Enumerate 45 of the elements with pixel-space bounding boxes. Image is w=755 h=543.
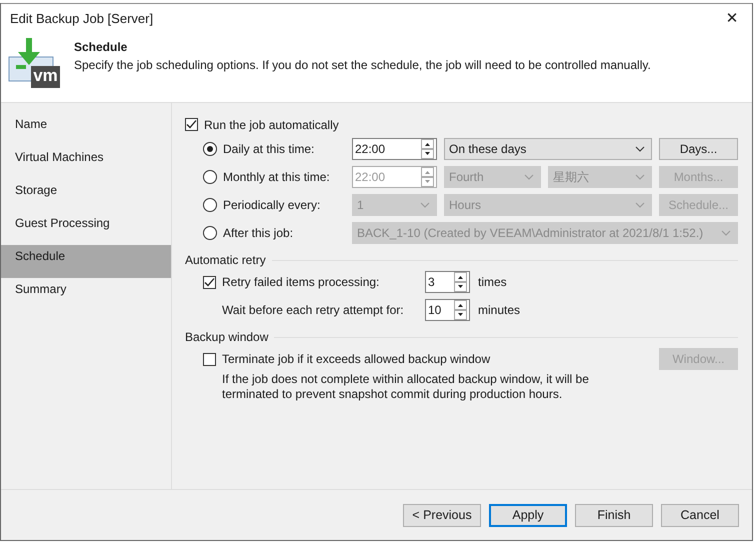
radio-label: After this job: [223, 226, 294, 240]
window-title: Edit Backup Job [Server] [10, 10, 154, 26]
retry-count-spinner[interactable]: 3 [425, 271, 470, 293]
checkbox[interactable] [203, 352, 216, 366]
page-description: Specify the job scheduling options. If you do not set the schedule, the job will need to be controlled manually. [74, 58, 651, 72]
sidebar-item[interactable]: Summary [1, 278, 171, 311]
checkbox[interactable] [185, 118, 198, 131]
unit-label: minutes [478, 303, 522, 317]
sidebar-item[interactable]: Name [1, 113, 171, 146]
chevron-down-icon [635, 202, 645, 208]
footer-button[interactable]: Apply [489, 504, 567, 526]
days-dropdown[interactable]: On these days [444, 138, 652, 160]
sidebar-item[interactable]: Guest Processing [1, 212, 171, 245]
checkbox-label: Run the job automatically [204, 118, 339, 132]
chevron-down-icon [420, 202, 430, 208]
radio-button[interactable] [203, 226, 217, 240]
chevron-down-icon [635, 174, 645, 180]
radio-label: Periodically every: [223, 198, 320, 212]
chevron-down-icon [721, 230, 731, 236]
footer-button[interactable]: Cancel [661, 504, 739, 526]
sidebar-item[interactable]: Virtual Machines [1, 146, 171, 179]
close-button[interactable]: ✕ [712, 4, 752, 32]
unit-label: times [478, 275, 508, 289]
checkbox[interactable] [203, 276, 216, 288]
radio-button[interactable] [203, 142, 217, 156]
sidebar-item[interactable]: Schedule [1, 245, 171, 278]
section-title: Automatic retry [185, 253, 266, 267]
wait-minutes-spinner[interactable]: 10 [425, 299, 470, 321]
chevron-down-icon [524, 174, 534, 180]
page-title: Schedule [74, 40, 128, 54]
help-text: If the job does not complete within allocated backup window, it will be terminated to prevent snapshot commit during production hours. [222, 372, 590, 402]
schedule-button[interactable]: Days... [659, 138, 738, 160]
sidebar-item[interactable]: Storage [1, 179, 171, 212]
time-spinner[interactable]: 22:00 [352, 138, 437, 160]
checkbox-label: Terminate job if it exceeds allowed backup window [222, 352, 490, 366]
radio-label: Monthly at this time: [223, 170, 330, 184]
chevron-down-icon [635, 146, 645, 152]
radio-label: Daily at this time: [223, 142, 314, 156]
radio-button[interactable] [203, 170, 217, 184]
section-title: Backup window [185, 330, 268, 344]
radio-button[interactable] [203, 198, 217, 212]
footer-button[interactable]: < Previous [403, 504, 481, 526]
footer-button[interactable]: Finish [575, 504, 653, 526]
field-label: Wait before each retry attempt for: [221, 303, 405, 317]
checkbox-label: Retry failed items processing: [222, 275, 380, 289]
